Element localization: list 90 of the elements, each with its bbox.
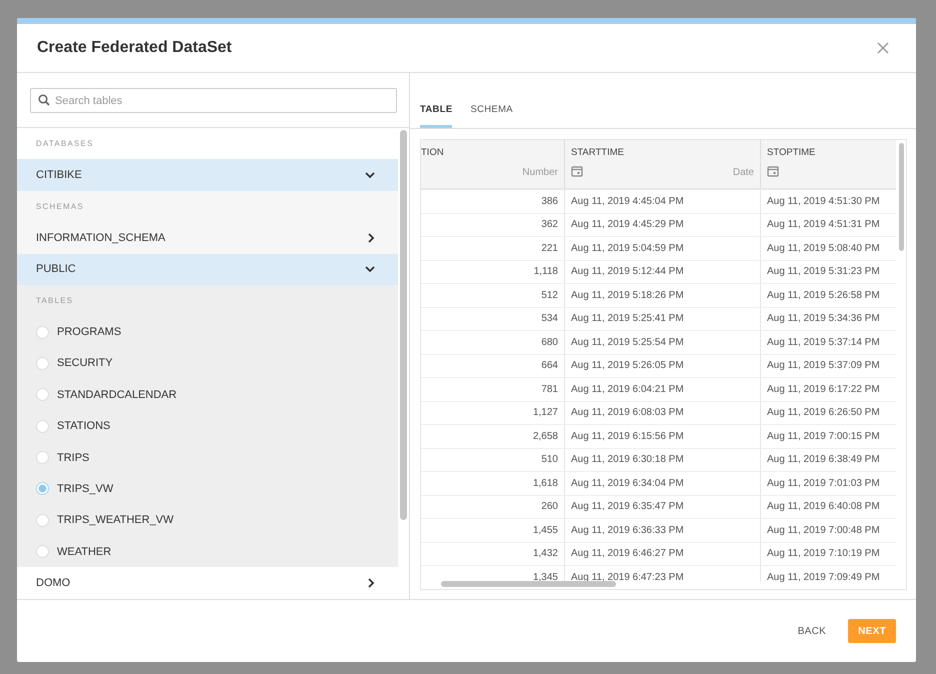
column-name: STOPTIME [767,147,816,158]
scrollbar[interactable] [441,581,616,587]
schema-item[interactable]: PUBLIC [17,254,398,285]
table-cell: Aug 11, 2019 6:35:47 PM [564,496,760,518]
radio-button[interactable] [36,482,49,496]
chevron-down-icon [365,172,375,179]
table-cell: Aug 11, 2019 6:15:56 PM [564,425,760,448]
dialog-title: Create Federated DataSet [37,39,232,57]
table-cell: Aug 11, 2019 6:46:27 PM [564,542,760,565]
table-cell: Aug 11, 2019 5:12:44 PM [564,260,760,283]
section-label: TABLES [36,296,74,306]
table-option[interactable]: SECURITY [57,357,113,370]
back-button[interactable]: BACK [788,619,836,643]
table-cell: Aug 11, 2019 7:01:03 PM [760,472,896,494]
table-cell: Aug 11, 2019 6:26:50 PM [760,402,896,424]
table-cell: Aug 11, 2019 5:26:05 PM [564,354,760,377]
table-cell-text: 781 [540,382,559,397]
section-label: SCHEMAS [36,202,84,211]
scrollbar[interactable] [400,130,407,520]
search-icon [38,94,50,106]
table-option[interactable]: STANDARDCALENDAR [57,388,177,401]
table-cell: Aug 11, 2019 7:09:49 PM [760,566,896,582]
column-type: Date [732,167,754,178]
radio-button[interactable] [36,388,49,402]
radio-button[interactable] [36,356,49,370]
table-cell: Aug 11, 2019 5:25:41 PM [564,308,760,330]
table-cell: Aug 11, 2019 6:36:33 PM [564,519,760,542]
table-cell-text: 2,658 [532,430,559,444]
radio-button[interactable] [36,545,49,558]
column-name: STARTTIME [571,147,625,158]
table-cell-text: 512 [540,288,559,303]
radio-button[interactable] [36,514,49,527]
table-cell: Aug 11, 2019 5:37:14 PM [760,331,896,354]
table-cell: Aug 11, 2019 5:31:23 PM [760,260,896,283]
close-icon[interactable] [877,42,889,54]
table-cell: Aug 11, 2019 7:00:48 PM [760,519,896,542]
table-cell-text: 386 [540,194,559,209]
schema-item[interactable]: INFORMATION_SCHEMA [17,222,398,254]
table-option[interactable]: TRIPS_VW [57,482,114,495]
table-cell-text: 680 [540,336,559,350]
table-cell-text: 1,127 [532,406,559,420]
search-field[interactable]: Search tables [30,88,397,113]
table-cell-text: 534 [540,312,559,326]
table-cell: Aug 11, 2019 5:18:26 PM [564,284,760,306]
radio-button[interactable] [36,420,49,433]
radio-button[interactable] [36,451,49,464]
table-cell: Aug 11, 2019 5:25:54 PM [564,331,760,354]
chevron-right-icon [368,232,375,243]
table-cell: Aug 11, 2019 6:08:03 PM [564,402,760,424]
chevron-down-icon [365,266,375,273]
table-cell-text: 664 [540,359,559,374]
database-item[interactable]: CITIBIKE [17,159,398,191]
table-cell-text: 1,618 [532,476,559,491]
table-cell: Aug 11, 2019 4:45:29 PM [564,214,760,236]
chevron-right-icon [368,578,375,588]
table-option[interactable]: PROGRAMS [57,326,122,338]
table-cell-text: 1,432 [532,547,559,562]
table-cell: Aug 11, 2019 6:34:04 PM [564,472,760,494]
table-option[interactable]: TRIPS_WEATHER_VW [57,514,174,526]
table-cell: Aug 11, 2019 4:45:04 PM [564,190,760,212]
radio-button[interactable] [36,326,49,339]
table-cell-text: 362 [540,218,559,232]
table-cell-text: 1,118 [532,265,559,280]
table-cell-text: 221 [540,242,559,256]
table-cell: Aug 11, 2019 6:40:08 PM [760,496,896,518]
scrollbar[interactable] [899,143,904,251]
table-cell-text: 260 [540,500,559,514]
table-cell-text: 1,455 [532,524,559,538]
table-cell: Aug 11, 2019 5:04:59 PM [564,237,760,260]
tab[interactable]: TABLE [420,104,452,128]
calendar-icon [571,165,583,177]
table-cell: Aug 11, 2019 6:04:21 PM [564,378,760,400]
section-label: DATABASES [36,139,94,148]
table-cell: Aug 11, 2019 5:34:36 PM [760,308,896,330]
tab[interactable]: SCHEMA [470,104,513,128]
table-option[interactable]: STATIONS [57,420,110,432]
table-cell: Aug 11, 2019 7:00:15 PM [760,425,896,448]
table-cell: Aug 11, 2019 6:30:18 PM [564,448,760,471]
table-cell-text: 1,345 [532,570,559,582]
calendar-icon [767,165,779,177]
column-type: Number [521,167,558,178]
table-cell: Aug 11, 2019 6:17:22 PM [760,378,896,400]
table-option[interactable]: TRIPS [57,452,90,464]
table-option[interactable]: WEATHER [57,546,112,558]
table-cell-text: 510 [540,453,559,468]
table-cell: Aug 11, 2019 6:38:49 PM [760,448,896,471]
column-name: TION [421,147,445,158]
table-cell: Aug 11, 2019 7:10:19 PM [760,542,896,565]
table-cell: Aug 11, 2019 5:37:09 PM [760,354,896,377]
table-cell: Aug 11, 2019 5:26:58 PM [760,284,896,306]
